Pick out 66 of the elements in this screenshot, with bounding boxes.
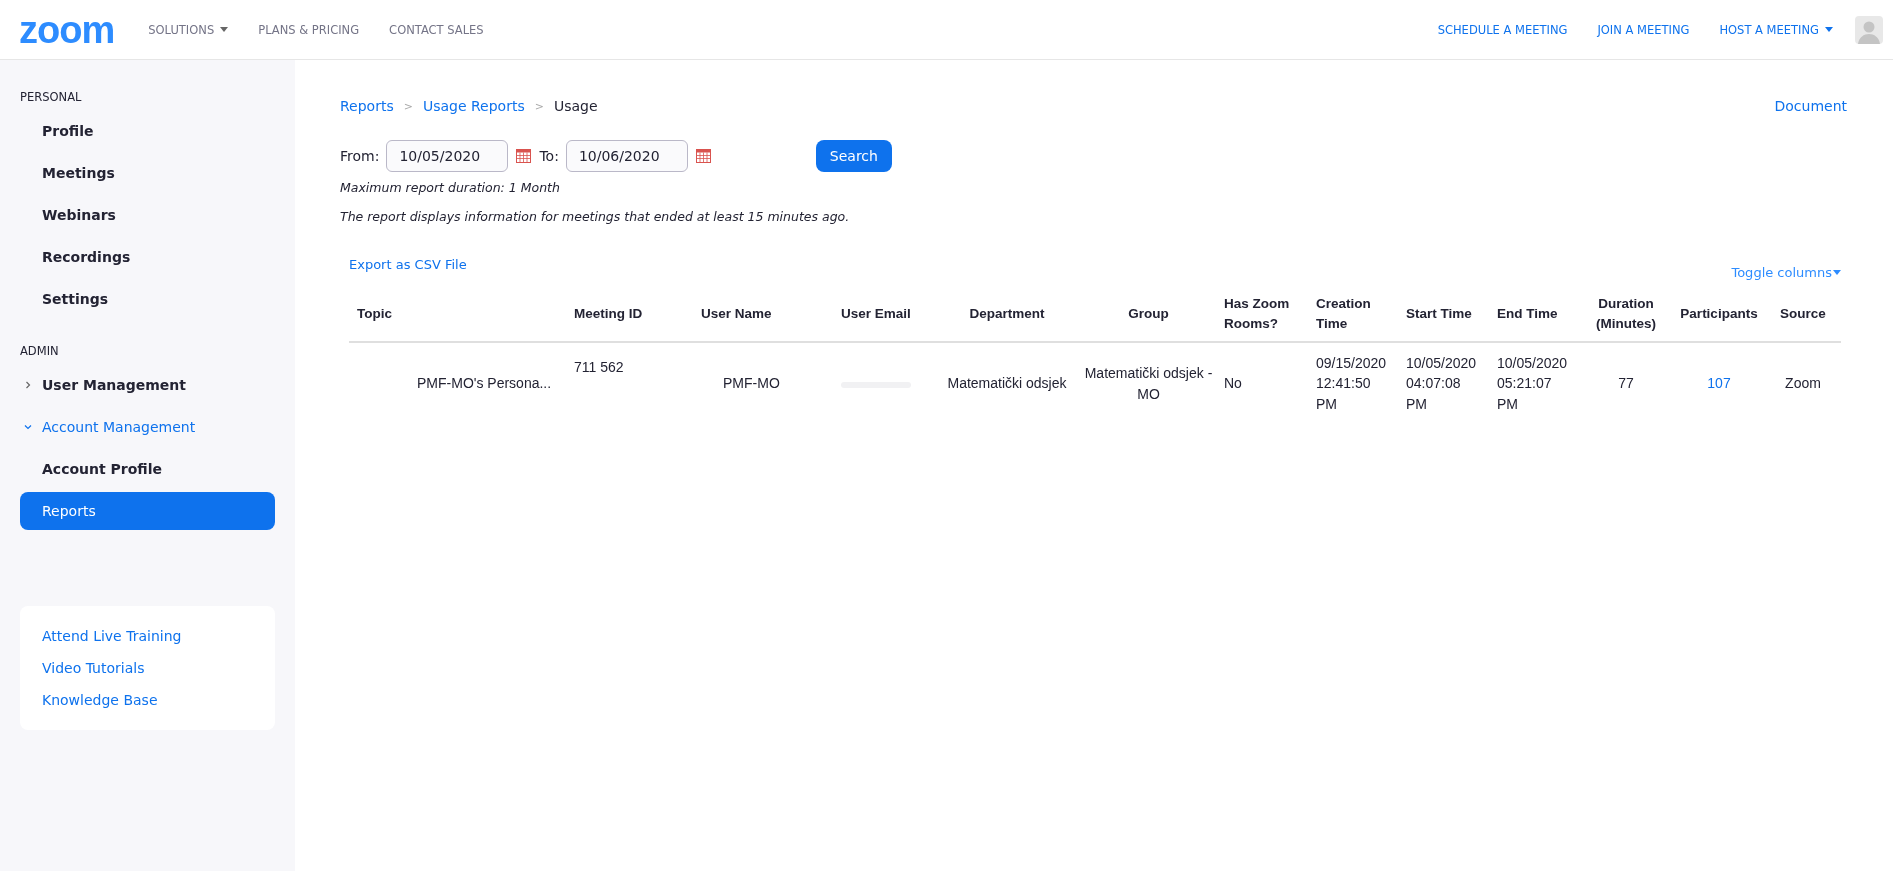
column-header: User Name bbox=[693, 286, 833, 343]
chevron-right-icon bbox=[24, 381, 32, 389]
table-cell: 711 562 bbox=[574, 359, 624, 376]
column-header: Group bbox=[1081, 286, 1216, 343]
column-header: Duration (Minutes) bbox=[1579, 286, 1673, 343]
sidebar-item[interactable]: Reports bbox=[20, 492, 275, 530]
column-header: Department bbox=[933, 286, 1081, 343]
column-header: Start Time bbox=[1398, 286, 1489, 343]
column-header: Source bbox=[1765, 286, 1841, 343]
caret-icon bbox=[1833, 270, 1841, 275]
column-header: Participants bbox=[1673, 286, 1765, 343]
section-title: ADMIN bbox=[19, 344, 60, 358]
table-cell: 77 bbox=[1618, 375, 1634, 392]
help-link[interactable]: Attend Live Training bbox=[20, 620, 275, 652]
table-cell: Matematički odsjek bbox=[947, 375, 1067, 392]
sidebar-item[interactable]: Profile bbox=[20, 112, 275, 150]
sidebar-item[interactable]: Meetings bbox=[20, 154, 275, 192]
column-header: User Email bbox=[833, 286, 933, 343]
table-cell: Zoom bbox=[1785, 375, 1821, 392]
nav-link[interactable]: SOLUTIONS bbox=[148, 22, 229, 37]
sidebar-item[interactable]: Recordings bbox=[20, 238, 275, 276]
nav-link[interactable]: JOIN A MEETING bbox=[1597, 22, 1690, 37]
sidebar-item[interactable]: Webinars bbox=[20, 196, 275, 234]
sidebar-item[interactable]: Account Profile bbox=[20, 450, 275, 488]
breadcrumb-item[interactable]: Usage bbox=[553, 98, 598, 114]
from-date-field[interactable]: 10/05/2020 bbox=[386, 140, 509, 172]
help-link[interactable]: Video Tutorials bbox=[20, 652, 275, 684]
table-cell: PMF-MO's Persona... bbox=[417, 375, 552, 392]
nav-link[interactable]: PLANS & PRICING bbox=[258, 22, 360, 37]
table-cell: No bbox=[1224, 375, 1242, 392]
table-cell: 10/05/2020 04:07:08 PM bbox=[1406, 355, 1477, 412]
column-header: Creation Time bbox=[1308, 286, 1398, 343]
column-header: Has Zoom Rooms? bbox=[1216, 286, 1308, 343]
to-date-field[interactable]: 10/06/2020 bbox=[565, 140, 688, 172]
sidebar-item[interactable]: Settings bbox=[20, 280, 275, 318]
column-header: Meeting ID bbox=[566, 286, 693, 343]
table-cell: Matematički odsjek - MO bbox=[1084, 365, 1213, 402]
help-link[interactable]: Knowledge Base bbox=[20, 684, 275, 716]
breadcrumb-item[interactable]: Reports bbox=[340, 98, 394, 114]
export-csv-link[interactable]: Export as CSV File bbox=[349, 257, 467, 272]
sidebar-item[interactable]: Account Management bbox=[20, 408, 275, 446]
calendar-icon[interactable] bbox=[695, 149, 711, 163]
nav-link[interactable]: HOST A MEETING bbox=[1719, 22, 1833, 37]
search-button[interactable]: Search bbox=[815, 140, 892, 172]
toggle-columns-link[interactable]: Toggle columns bbox=[1731, 265, 1841, 280]
table-cell: 09/15/2020 12:41:50 PM bbox=[1316, 355, 1387, 412]
note-text: The report displays information for meetings that ended at least 15 minutes ago. bbox=[340, 209, 851, 224]
column-header: Topic bbox=[349, 286, 566, 343]
table-cell: 10/05/2020 05:21:07 PM bbox=[1497, 355, 1568, 412]
nav-link[interactable]: SCHEDULE A MEETING bbox=[1437, 22, 1568, 37]
sidebar-item[interactable]: User Management bbox=[20, 366, 275, 404]
to-label: To: bbox=[539, 148, 559, 164]
table-cell: PMF-MO bbox=[723, 375, 780, 392]
breadcrumb-separator: > bbox=[534, 99, 544, 113]
breadcrumb-item[interactable]: Usage Reports bbox=[422, 98, 525, 114]
nav-link[interactable]: CONTACT SALES bbox=[389, 22, 484, 37]
zoom-logo[interactable]: zoom bbox=[19, 10, 115, 49]
section-title: PERSONAL bbox=[19, 90, 83, 104]
column-header: End Time bbox=[1489, 286, 1579, 343]
chevron-down-icon bbox=[24, 423, 32, 431]
document-link[interactable]: Document bbox=[1774, 98, 1847, 114]
from-label: From: bbox=[340, 148, 380, 164]
participants-link[interactable]: 107 bbox=[1707, 375, 1731, 392]
calendar-icon[interactable] bbox=[516, 149, 532, 163]
note-text: Maximum report duration: 1 Month bbox=[340, 180, 561, 195]
breadcrumb-separator: > bbox=[403, 99, 413, 113]
